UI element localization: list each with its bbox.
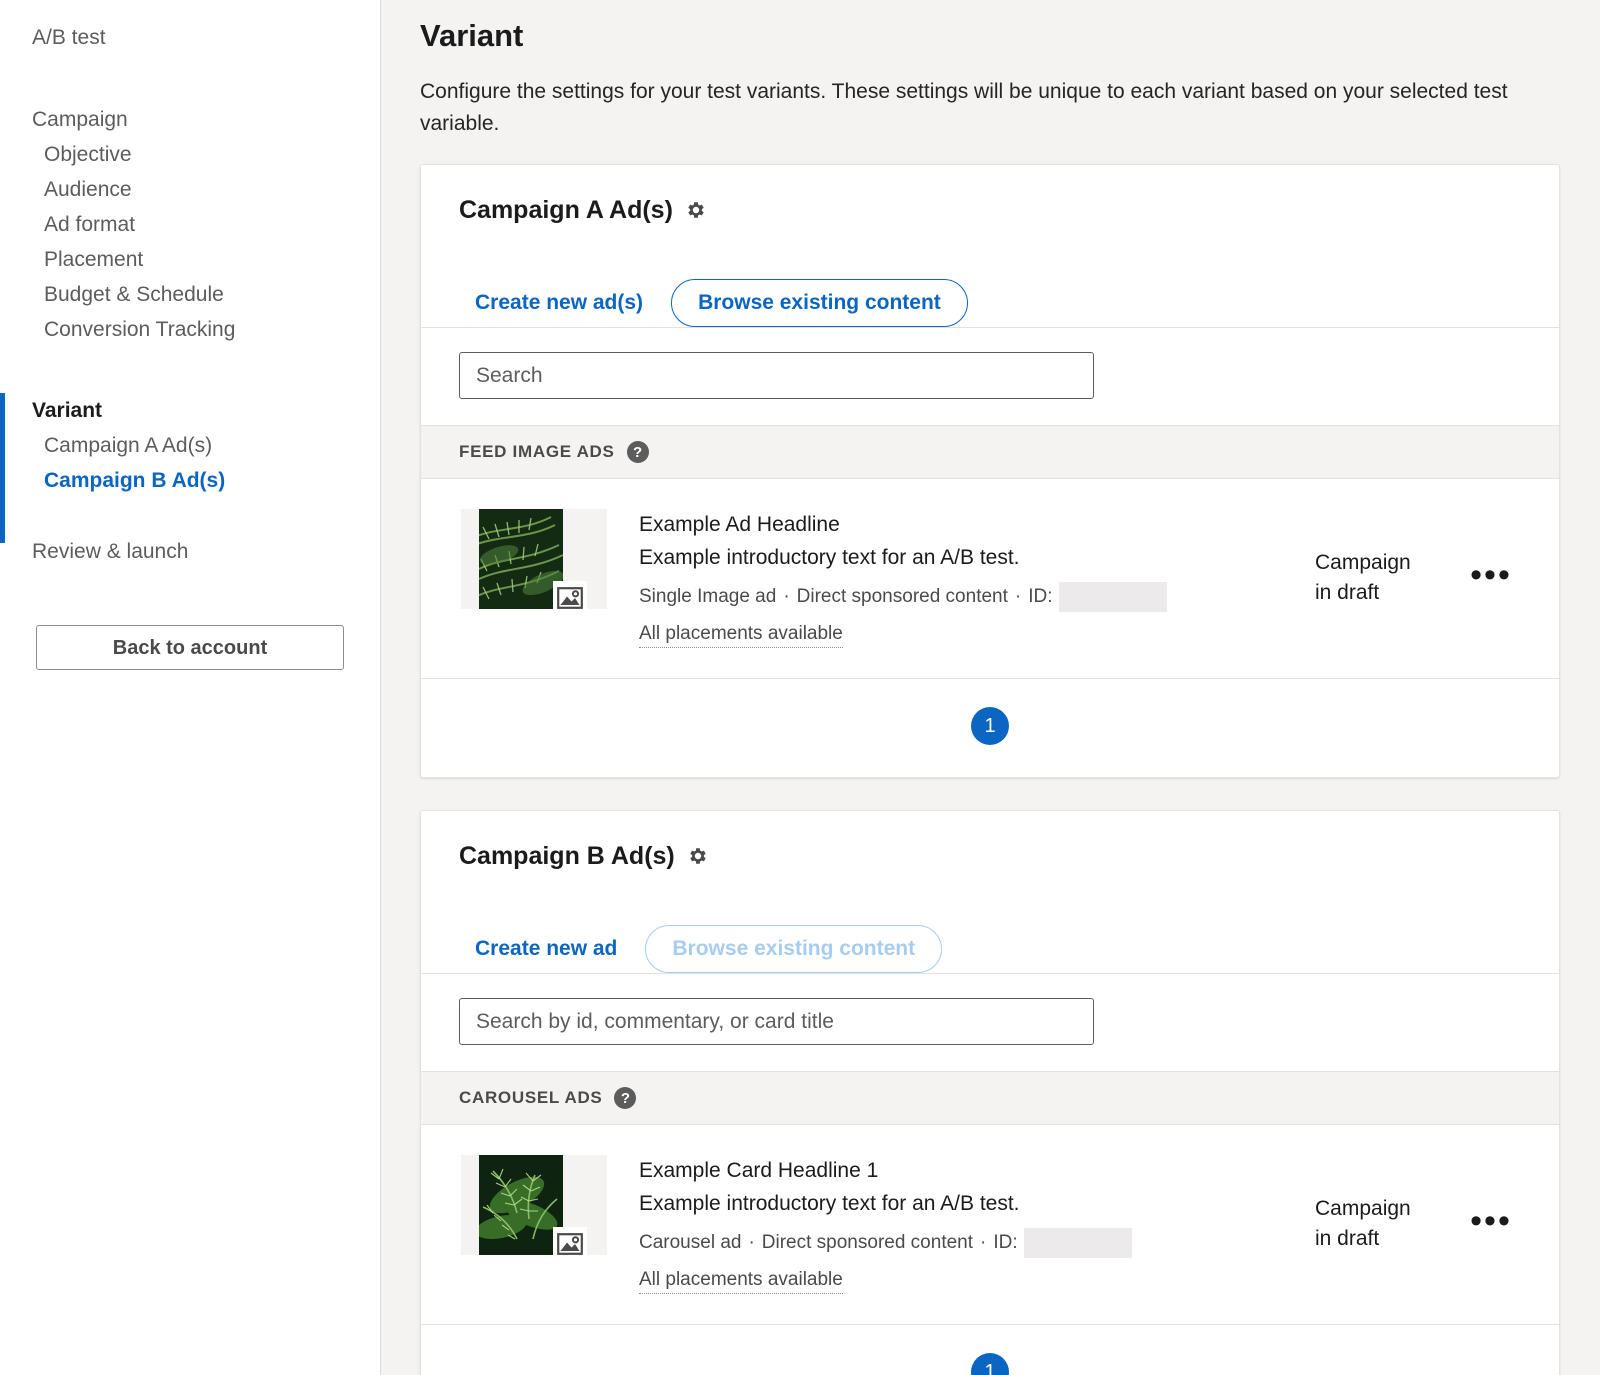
feed-image-ads-label: FEED IMAGE ADS bbox=[459, 442, 615, 462]
all-placements-available-link-b[interactable]: All placements available bbox=[639, 1269, 843, 1294]
sidebar-item-placement[interactable]: Placement bbox=[0, 242, 380, 277]
ad-meta-id-label-b: ID: bbox=[993, 1229, 1017, 1257]
campaign-a-title: Campaign A Ad(s) bbox=[459, 195, 673, 225]
ad-thumbnail-image-a bbox=[479, 509, 563, 609]
ad-thumbnail-image-b bbox=[479, 1155, 563, 1255]
search-input-a[interactable] bbox=[459, 352, 1094, 399]
page-title: Variant bbox=[420, 16, 1560, 56]
ab-test-variant-page: A/B test Campaign Objective Audience Ad … bbox=[0, 0, 1600, 1375]
back-to-account-wrap: Back to account bbox=[0, 569, 380, 670]
back-to-account-button[interactable]: Back to account bbox=[36, 625, 344, 670]
campaign-a-title-row: Campaign A Ad(s) bbox=[459, 195, 1521, 225]
help-circle-icon[interactable]: ? bbox=[627, 441, 649, 463]
meta-separator: · bbox=[783, 583, 789, 611]
ad-meta-a: Single Image ad · Direct sponsored conte… bbox=[639, 582, 1311, 612]
meta-separator-2: · bbox=[980, 1229, 986, 1257]
ad-headline-a: Example Ad Headline bbox=[639, 509, 1311, 540]
ad-status-line2-a: in draft bbox=[1315, 578, 1461, 608]
feed-image-ads-section-header: FEED IMAGE ADS ? bbox=[421, 425, 1559, 479]
campaign-a-search-row bbox=[421, 328, 1559, 425]
campaign-a-card: Campaign A Ad(s) Create new ad(s) Browse… bbox=[420, 164, 1560, 778]
more-horizontal-icon[interactable]: ••• bbox=[1461, 565, 1521, 591]
page-number-button-b[interactable]: 1 bbox=[971, 1353, 1009, 1375]
campaign-b-title: Campaign B Ad(s) bbox=[459, 841, 675, 871]
meta-separator: · bbox=[748, 1229, 754, 1257]
main-content: Variant Configure the settings for your … bbox=[381, 0, 1600, 1375]
ad-meta-id-label-a: ID: bbox=[1028, 583, 1052, 611]
sidebar-group-title-campaign[interactable]: Campaign bbox=[0, 102, 380, 137]
campaign-b-card-header: Campaign B Ad(s) bbox=[421, 811, 1559, 899]
all-placements-available-link-a[interactable]: All placements available bbox=[639, 623, 843, 648]
sidebar-top-label: A/B test bbox=[0, 24, 380, 52]
sidebar-item-budget-schedule[interactable]: Budget & Schedule bbox=[0, 277, 380, 312]
sidebar-item-review-launch[interactable]: Review & launch bbox=[0, 534, 380, 569]
gear-icon[interactable] bbox=[685, 199, 707, 221]
ad-info-a: Example Ad Headline Example introductory… bbox=[607, 507, 1311, 648]
help-circle-icon[interactable]: ? bbox=[614, 1087, 636, 1109]
ad-meta-source-b: Direct sponsored content bbox=[762, 1229, 973, 1257]
meta-separator-2: · bbox=[1015, 583, 1021, 611]
campaign-b-card: Campaign B Ad(s) Create new ad Browse ex… bbox=[420, 810, 1560, 1375]
search-input-b[interactable] bbox=[459, 998, 1094, 1045]
browse-existing-content-button-a[interactable]: Browse existing content bbox=[671, 279, 968, 327]
create-new-ads-button-a[interactable]: Create new ad(s) bbox=[459, 281, 659, 325]
sidebar: A/B test Campaign Objective Audience Ad … bbox=[0, 0, 381, 1375]
browse-existing-content-button-b[interactable]: Browse existing content bbox=[645, 925, 942, 973]
sidebar-item-campaign-a-ads[interactable]: Campaign A Ad(s) bbox=[0, 428, 380, 463]
sidebar-item-ad-format[interactable]: Ad format bbox=[0, 207, 380, 242]
ad-meta-b: Carousel ad · Direct sponsored content ·… bbox=[639, 1228, 1311, 1258]
ad-status-line1-a: Campaign bbox=[1315, 548, 1461, 578]
pagination-a: 1 bbox=[421, 679, 1559, 777]
ad-meta-type-a: Single Image ad bbox=[639, 583, 776, 611]
ad-status-b: Campaign in draft bbox=[1311, 1194, 1461, 1254]
ad-info-b: Example Card Headline 1 Example introduc… bbox=[607, 1153, 1311, 1294]
ad-thumbnail-b bbox=[461, 1155, 607, 1255]
ad-meta-id-redacted-a bbox=[1059, 582, 1167, 612]
image-placeholder-icon bbox=[553, 581, 587, 615]
sidebar-item-objective[interactable]: Objective bbox=[0, 137, 380, 172]
ad-list-item-b[interactable]: Example Card Headline 1 Example introduc… bbox=[421, 1125, 1559, 1324]
page-description: Configure the settings for your test var… bbox=[420, 76, 1540, 140]
sidebar-spacer bbox=[0, 347, 380, 393]
pagination-b: 1 bbox=[421, 1325, 1559, 1375]
sidebar-group-variant: Variant Campaign A Ad(s) Campaign B Ad(s… bbox=[0, 393, 380, 498]
ad-meta-type-b: Carousel ad bbox=[639, 1229, 741, 1257]
campaign-a-button-row: Create new ad(s) Browse existing content bbox=[421, 279, 1559, 327]
carousel-ads-label: CAROUSEL ADS bbox=[459, 1088, 602, 1108]
carousel-ads-section-header: CAROUSEL ADS ? bbox=[421, 1071, 1559, 1125]
sidebar-item-conversion-tracking[interactable]: Conversion Tracking bbox=[0, 312, 380, 347]
create-new-ad-button-b[interactable]: Create new ad bbox=[459, 927, 633, 971]
campaign-b-search-row bbox=[421, 974, 1559, 1071]
ad-meta-id-redacted-b bbox=[1024, 1228, 1132, 1258]
ad-thumbnail-a bbox=[461, 509, 607, 609]
ad-meta-source-a: Direct sponsored content bbox=[797, 583, 1008, 611]
image-placeholder-icon bbox=[553, 1227, 587, 1261]
gear-icon[interactable] bbox=[687, 845, 709, 867]
sidebar-group-title-variant[interactable]: Variant bbox=[0, 393, 380, 428]
ad-list-item-a[interactable]: Example Ad Headline Example introductory… bbox=[421, 479, 1559, 678]
sidebar-item-audience[interactable]: Audience bbox=[0, 172, 380, 207]
ad-intro-text-a: Example introductory text for an A/B tes… bbox=[639, 542, 1311, 573]
ad-status-line2-b: in draft bbox=[1315, 1224, 1461, 1254]
campaign-b-title-row: Campaign B Ad(s) bbox=[459, 841, 1521, 871]
ad-intro-text-b: Example introductory text for an A/B tes… bbox=[639, 1188, 1311, 1219]
ad-status-a: Campaign in draft bbox=[1311, 548, 1461, 608]
ad-headline-b: Example Card Headline 1 bbox=[639, 1155, 1311, 1186]
ad-status-line1-b: Campaign bbox=[1315, 1194, 1461, 1224]
sidebar-item-campaign-b-ads[interactable]: Campaign B Ad(s) bbox=[0, 463, 380, 498]
more-horizontal-icon[interactable]: ••• bbox=[1461, 1211, 1521, 1237]
sidebar-active-indicator bbox=[0, 393, 5, 543]
sidebar-group-campaign: Campaign Objective Audience Ad format Pl… bbox=[0, 102, 380, 347]
campaign-a-card-header: Campaign A Ad(s) bbox=[421, 165, 1559, 253]
sidebar-spacer-2 bbox=[0, 498, 380, 534]
campaign-b-button-row: Create new ad Browse existing content bbox=[421, 925, 1559, 973]
page-number-button-a[interactable]: 1 bbox=[971, 707, 1009, 745]
